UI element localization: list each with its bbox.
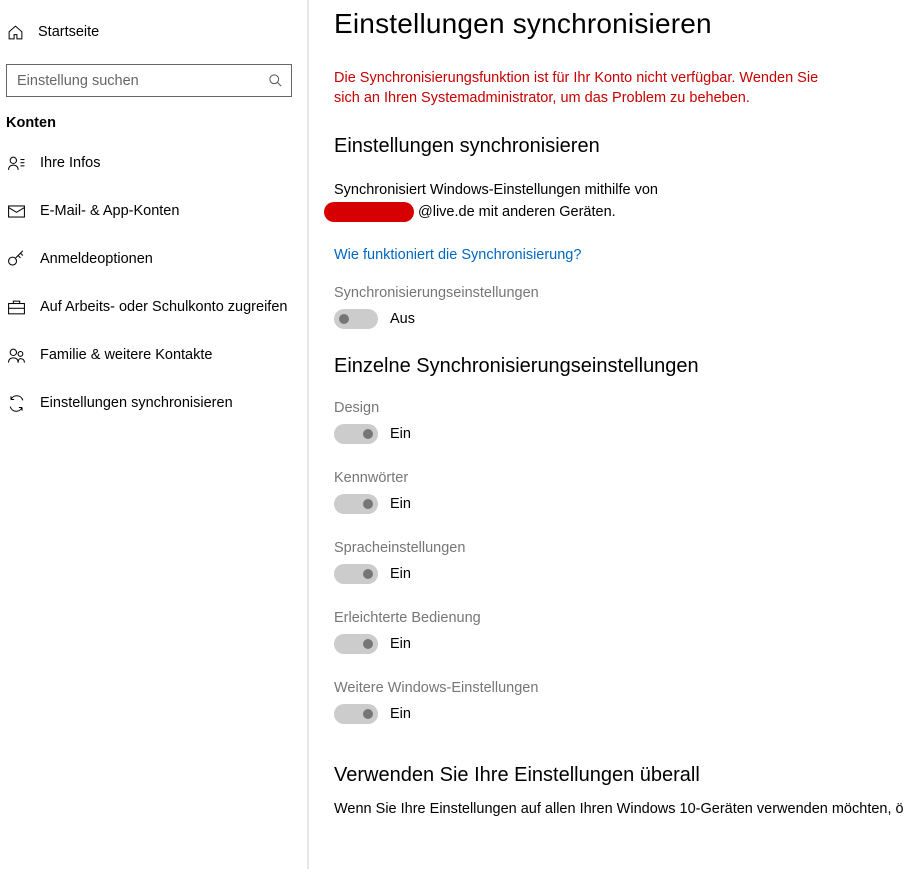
sidebar-item-label: Ihre Infos (40, 155, 100, 171)
page-title: Einstellungen synchronisieren (334, 8, 913, 40)
language-toggle[interactable] (334, 564, 378, 584)
home-nav-item[interactable]: Startseite (0, 14, 309, 50)
category-header: Konten (0, 97, 309, 139)
email-suffix: @live.de mit anderen Geräten. (418, 202, 616, 222)
sync-description-line2: @live.de mit anderen Geräten. (334, 202, 913, 222)
people-icon (6, 345, 26, 365)
design-toggle[interactable] (334, 424, 378, 444)
sync-description-line1: Synchronisiert Windows-Einstellungen mit… (334, 180, 834, 200)
sidebar: Startseite Konten Ihre Infos (0, 0, 310, 869)
toggle-label: Kennwörter (334, 470, 913, 486)
other-windows-toggle[interactable] (334, 704, 378, 724)
sidebar-item-label: Familie & weitere Kontakte (40, 347, 212, 363)
toggle-status: Ein (390, 636, 411, 652)
toggle-label: Weitere Windows-Einstellungen (334, 680, 913, 696)
briefcase-icon (6, 297, 26, 317)
error-message: Die Synchronisierungsfunktion ist für Ih… (334, 68, 834, 109)
toggle-status: Ein (390, 426, 411, 442)
toggle-knob (363, 569, 373, 579)
sidebar-item-email-accounts[interactable]: E-Mail- & App-Konten (0, 187, 309, 235)
toggle-knob (363, 639, 373, 649)
section-sync-heading: Einstellungen synchronisieren (334, 135, 913, 158)
search-box[interactable] (6, 64, 292, 97)
toggle-group-passwords: Kennwörter Ein (334, 470, 913, 514)
key-icon (6, 249, 26, 269)
main-content: Einstellungen synchronisieren Die Synchr… (310, 0, 913, 869)
toggle-status: Ein (390, 496, 411, 512)
toggle-knob (363, 429, 373, 439)
toggle-group-other-windows: Weitere Windows-Einstellungen Ein (334, 680, 913, 724)
toggle-group-accessibility: Erleichterte Bedienung Ein (334, 610, 913, 654)
toggle-label: Erleichterte Bedienung (334, 610, 913, 626)
sidebar-item-label: Einstellungen synchronisieren (40, 395, 233, 411)
toggle-label: Design (334, 400, 913, 416)
toggle-label: Synchronisierungseinstellungen (334, 285, 913, 301)
toggle-group-design: Design Ein (334, 400, 913, 444)
sync-help-link[interactable]: Wie funktioniert die Synchronisierung? (334, 247, 581, 263)
toggle-status: Ein (390, 566, 411, 582)
accessibility-toggle[interactable] (334, 634, 378, 654)
search-input[interactable] (17, 73, 267, 89)
master-sync-toggle[interactable] (334, 309, 378, 329)
section-everywhere-text: Wenn Sie Ihre Einstellungen auf allen Ih… (334, 801, 913, 817)
sidebar-item-work-school[interactable]: Auf Arbeits- oder Schulkonto zugreifen (0, 283, 309, 331)
section-individual-heading: Einzelne Synchronisierungseinstellungen (334, 355, 913, 378)
search-icon (267, 73, 283, 89)
sidebar-item-family[interactable]: Familie & weitere Kontakte (0, 331, 309, 379)
mail-icon (6, 201, 26, 221)
redacted-email (324, 202, 414, 222)
home-icon (6, 23, 24, 41)
passwords-toggle[interactable] (334, 494, 378, 514)
home-label: Startseite (38, 24, 99, 40)
section-everywhere-heading: Verwenden Sie Ihre Einstellungen überall (334, 764, 913, 787)
toggle-knob (339, 314, 349, 324)
toggle-group-language: Spracheinstellungen Ein (334, 540, 913, 584)
sidebar-item-sync-settings[interactable]: Einstellungen synchronisieren (0, 379, 309, 427)
toggle-status: Aus (390, 311, 415, 327)
master-sync-toggle-group: Synchronisierungseinstellungen Aus (334, 285, 913, 329)
toggle-label: Spracheinstellungen (334, 540, 913, 556)
sidebar-item-label: Anmeldeoptionen (40, 251, 153, 267)
toggle-status: Ein (390, 706, 411, 722)
sidebar-item-your-info[interactable]: Ihre Infos (0, 139, 309, 187)
sync-icon (6, 393, 26, 413)
sidebar-item-signin-options[interactable]: Anmeldeoptionen (0, 235, 309, 283)
person-card-icon (6, 153, 26, 173)
sidebar-item-label: Auf Arbeits- oder Schulkonto zugreifen (40, 299, 287, 315)
toggle-knob (363, 499, 373, 509)
toggle-knob (363, 709, 373, 719)
sidebar-item-label: E-Mail- & App-Konten (40, 203, 179, 219)
